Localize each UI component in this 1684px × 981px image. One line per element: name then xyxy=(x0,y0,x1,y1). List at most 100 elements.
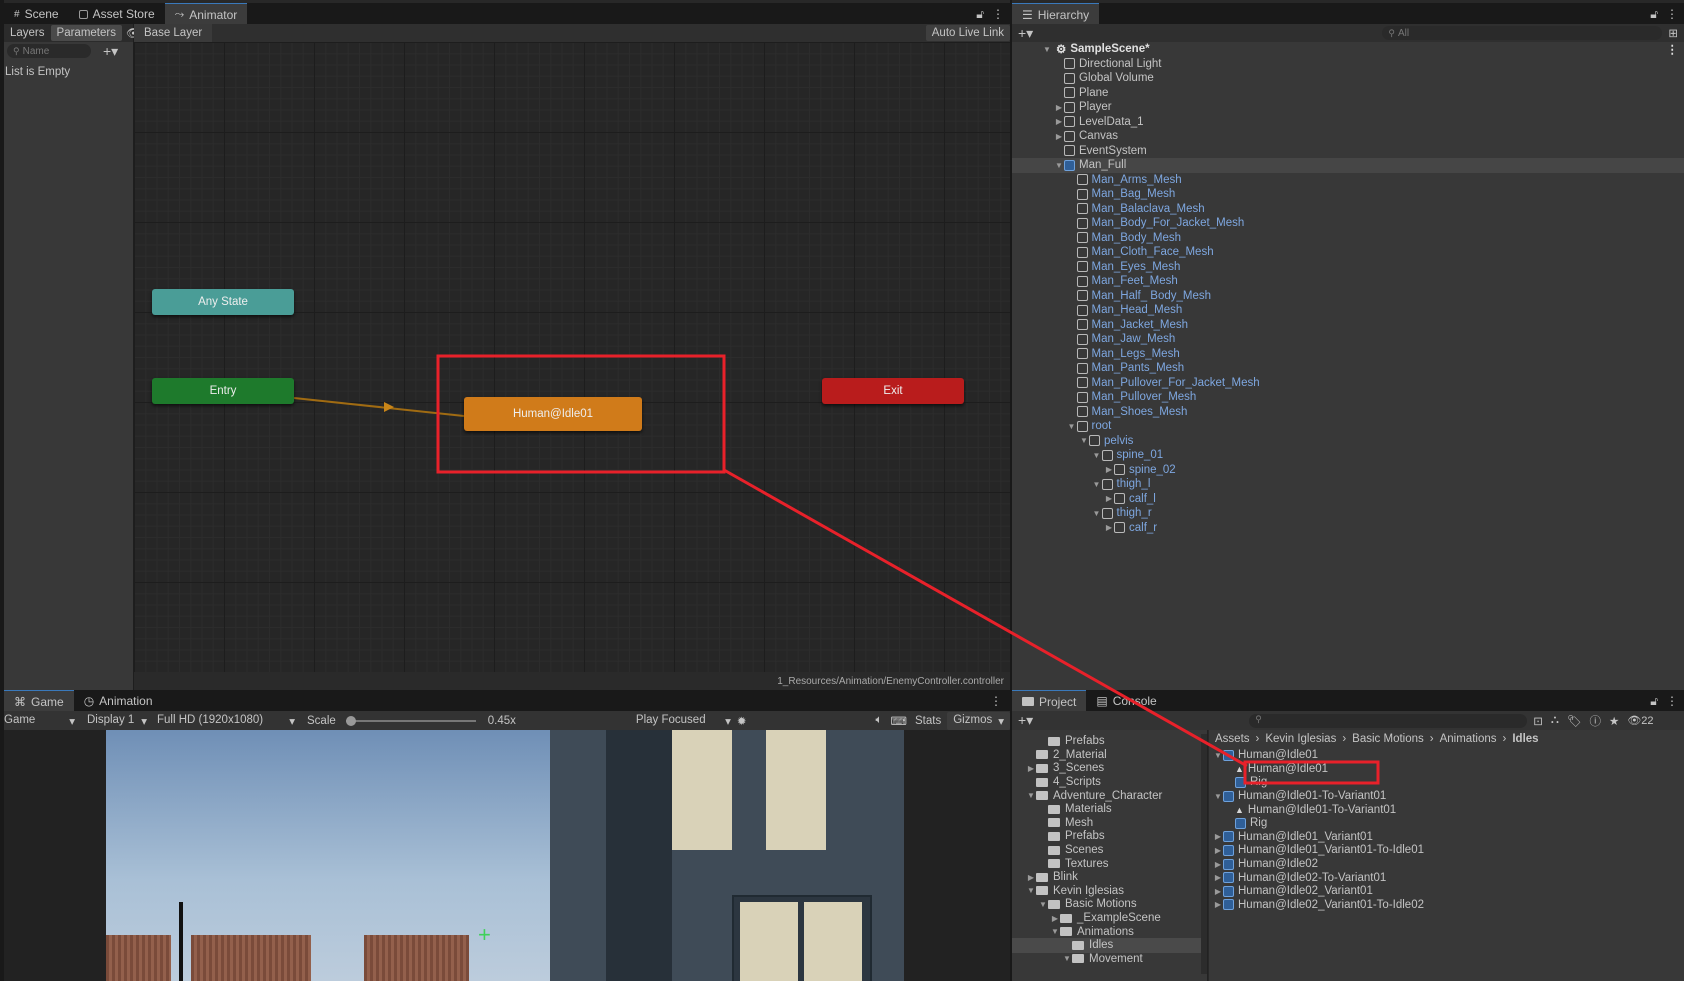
create-button[interactable]: +▾ xyxy=(1012,712,1039,729)
folder-tree-item[interactable]: Scenes xyxy=(1012,843,1202,858)
hierarchy-row[interactable]: Directional Light xyxy=(1012,57,1684,72)
hierarchy-row[interactable]: Man_Shoes_Mesh xyxy=(1012,405,1684,420)
hierarchy-row[interactable]: ▼ thigh_l xyxy=(1012,477,1684,492)
chevron-right-icon[interactable]: ▶ xyxy=(1104,523,1114,532)
asset-row[interactable]: ▶ Human@Idle02_Variant01-To-Idle02 xyxy=(1209,898,1679,913)
chevron-right-icon[interactable]: ▶ xyxy=(1104,494,1114,503)
tab-animation[interactable]: ◷ Animation xyxy=(74,690,163,712)
chevron-right-icon[interactable]: ▶ xyxy=(1026,764,1036,773)
chevron-down-icon[interactable]: ▼ xyxy=(1042,45,1052,54)
scale-slider[interactable] xyxy=(345,715,476,726)
asset-row[interactable]: ▶ Human@Idle02-To-Variant01 xyxy=(1209,870,1679,885)
breadcrumb-item[interactable]: Assets xyxy=(1215,733,1250,745)
keyboard-icon[interactable]: ⌨ xyxy=(890,714,907,728)
hierarchy-row[interactable]: Man_Legs_Mesh xyxy=(1012,347,1684,362)
hierarchy-row[interactable]: Man_Body_For_Jacket_Mesh xyxy=(1012,216,1684,231)
asset-row[interactable]: ▶ Human@Idle02_Variant01 xyxy=(1209,884,1679,899)
folder-tree-item[interactable]: Materials xyxy=(1012,802,1202,817)
scene-row[interactable]: ▼ ⚙ SampleScene* ⋮ xyxy=(1042,42,1682,57)
search-type-icon[interactable]: ⊡ xyxy=(1533,714,1543,728)
chevron-down-icon[interactable]: ▼ xyxy=(1092,451,1102,460)
hierarchy-row[interactable]: ▼ spine_01 xyxy=(1012,448,1684,463)
chevron-right-icon[interactable]: ▶ xyxy=(1213,860,1223,869)
gizmos-dropdown[interactable]: Gizmos ▾ xyxy=(947,711,1010,730)
hierarchy-row[interactable]: Man_Bag_Mesh xyxy=(1012,187,1684,202)
folder-tree-item[interactable]: ▼ Movement xyxy=(1012,952,1202,967)
add-parameter-button[interactable]: +▾ xyxy=(103,43,118,60)
chevron-right-icon[interactable]: ▶ xyxy=(1104,465,1114,474)
chevron-down-icon[interactable]: ▼ xyxy=(1026,886,1036,895)
hierarchy-row[interactable]: Man_Head_Mesh xyxy=(1012,303,1684,318)
asset-row[interactable]: ▼ Human@Idle01-To-Variant01 xyxy=(1209,789,1679,804)
visibility-count-badge[interactable]: 👁︎22 xyxy=(1627,714,1653,727)
chevron-right-icon[interactable]: ▶ xyxy=(1054,132,1064,141)
hierarchy-row[interactable]: Man_Jaw_Mesh xyxy=(1012,332,1684,347)
hierarchy-row[interactable]: ▼ thigh_r xyxy=(1012,506,1684,521)
stats-button[interactable]: Stats xyxy=(915,715,941,727)
lock-icon[interactable]: 🔓︎ xyxy=(1650,7,1658,22)
folder-tree-item[interactable]: Prefabs xyxy=(1012,829,1202,844)
tab-asset-store[interactable]: Asset Store xyxy=(69,3,165,25)
create-button[interactable]: +▾ xyxy=(1012,25,1039,42)
tab-parameters[interactable]: Parameters xyxy=(50,25,122,41)
breadcrumb-item[interactable]: Kevin Iglesias xyxy=(1265,733,1336,745)
search-filter-icon[interactable]: ⊞ xyxy=(1668,26,1678,40)
tab-scene[interactable]: # Scene xyxy=(4,3,69,25)
resolution-dropdown[interactable]: Full HD (1920x1080) ▾ xyxy=(151,714,299,728)
hierarchy-row[interactable]: ▼ pelvis xyxy=(1012,434,1684,449)
hierarchy-row[interactable]: ▶ Player xyxy=(1012,100,1684,115)
asset-row[interactable]: ▲ Human@Idle01-To-Variant01 xyxy=(1209,802,1679,817)
asset-row[interactable]: ▶ Human@Idle01_Variant01 xyxy=(1209,830,1679,845)
chevron-right-icon[interactable]: ▶ xyxy=(1213,900,1223,909)
chevron-right-icon[interactable]: ▶ xyxy=(1213,887,1223,896)
hierarchy-row[interactable]: Global Volume xyxy=(1012,71,1684,86)
bug-icon[interactable]: ✹ xyxy=(737,714,747,728)
asset-row[interactable]: ▶ Human@Idle02 xyxy=(1209,857,1679,872)
asset-row[interactable]: Rig xyxy=(1209,775,1679,790)
more-menu-icon[interactable]: ⋮ xyxy=(1666,7,1678,21)
breadcrumb-base-layer[interactable]: Base Layer xyxy=(134,24,213,42)
hierarchy-row[interactable]: ▼ root xyxy=(1012,419,1684,434)
chevron-down-icon[interactable]: ▼ xyxy=(1079,436,1089,445)
more-menu-icon[interactable]: ⋮ xyxy=(1666,694,1678,708)
breadcrumb-item[interactable]: Animations xyxy=(1440,733,1497,745)
folder-tree-item[interactable]: ▼ Animations xyxy=(1012,924,1202,939)
lock-icon[interactable]: 🔓︎ xyxy=(1650,694,1658,709)
hierarchy-row[interactable]: Man_Balaclava_Mesh xyxy=(1012,202,1684,217)
hierarchy-row[interactable]: Plane xyxy=(1012,86,1684,101)
folder-tree-item[interactable]: ▼ Adventure_Character xyxy=(1012,788,1202,803)
state-machine-graph[interactable]: Any State Entry Human@Idle01 Exit xyxy=(134,42,1010,672)
auto-live-link-button[interactable]: Auto Live Link xyxy=(925,25,1010,41)
tab-hierarchy[interactable]: ☰ Hierarchy xyxy=(1012,3,1100,25)
chevron-down-icon[interactable]: ▼ xyxy=(1038,900,1048,909)
folder-tree-item[interactable]: ▶ Blink xyxy=(1012,870,1202,885)
play-focused-dropdown[interactable]: Play Focused ▾ xyxy=(636,714,731,728)
chevron-down-icon[interactable]: ▼ xyxy=(1067,422,1077,431)
game-viewport[interactable]: + xyxy=(4,730,1010,981)
hierarchy-search-input[interactable]: ⚲ All xyxy=(1382,26,1663,40)
hierarchy-row[interactable]: Man_Body_Mesh xyxy=(1012,231,1684,246)
asset-row[interactable]: ▲ Human@Idle01 xyxy=(1209,762,1679,777)
breadcrumb-item[interactable]: Idles xyxy=(1512,733,1538,745)
default-state-node[interactable]: Human@Idle01 xyxy=(464,397,642,431)
filter-type-icon[interactable]: ⛬ xyxy=(1551,714,1559,727)
hierarchy-row[interactable]: Man_Half_ Body_Mesh xyxy=(1012,289,1684,304)
entry-node[interactable]: Entry xyxy=(152,378,294,404)
exit-node[interactable]: Exit xyxy=(822,378,964,404)
chevron-right-icon[interactable]: ▶ xyxy=(1213,846,1223,855)
asset-row[interactable]: Rig xyxy=(1209,816,1679,831)
any-state-node[interactable]: Any State xyxy=(152,289,294,315)
chevron-right-icon[interactable]: ▶ xyxy=(1050,914,1060,923)
folder-tree-item[interactable]: Mesh xyxy=(1012,816,1202,831)
tab-console[interactable]: ▤ Console xyxy=(1086,690,1166,712)
chevron-right-icon[interactable]: ▶ xyxy=(1026,873,1036,882)
hierarchy-row[interactable]: Man_Pullover_Mesh xyxy=(1012,390,1684,405)
hierarchy-row[interactable]: EventSystem xyxy=(1012,144,1684,159)
hierarchy-row[interactable]: ▶ spine_02 xyxy=(1012,463,1684,478)
breadcrumb-item[interactable]: Basic Motions xyxy=(1352,733,1424,745)
folder-tree-item[interactable]: Idles xyxy=(1012,938,1202,953)
hierarchy-row[interactable]: Man_Eyes_Mesh xyxy=(1012,260,1684,275)
hierarchy-row[interactable]: ▼ Man_Full xyxy=(1012,158,1684,173)
chevron-right-icon[interactable]: ▶ xyxy=(1213,832,1223,841)
chevron-down-icon[interactable]: ▼ xyxy=(1213,751,1223,760)
